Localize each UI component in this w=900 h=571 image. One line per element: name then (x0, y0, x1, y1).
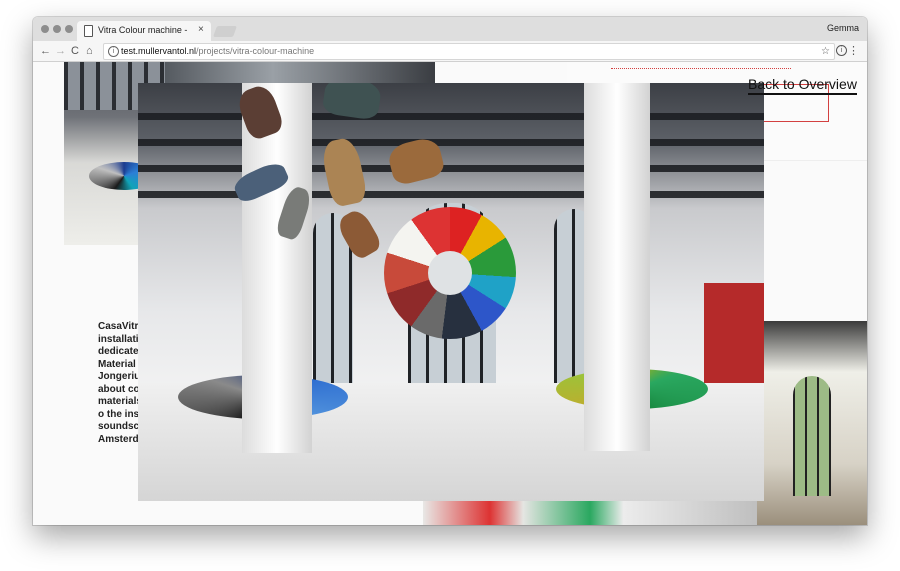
gallery-photo-right[interactable] (757, 321, 867, 525)
gallery-photo-bottom[interactable] (423, 499, 757, 525)
browser-window: Vitra Colour machine - Müller × Gemma ← … (33, 17, 867, 525)
home-icon[interactable]: ⌂ (86, 44, 93, 58)
back-arrow-icon[interactable]: ← (40, 44, 51, 58)
ceiling-beams (138, 113, 764, 203)
pillar-right (584, 83, 650, 451)
profile-name[interactable]: Gemma (827, 23, 859, 33)
red-mural (704, 283, 764, 393)
browser-menu-icon[interactable]: ⋮ (848, 44, 859, 57)
zoom-window-button[interactable] (65, 25, 73, 33)
page-icon (84, 25, 93, 37)
address-bar[interactable]: i test.mullervantol.nl/projects/vitra-co… (103, 43, 835, 60)
page-viewport: CasaVitra installati dedicate Material J… (33, 62, 867, 525)
url-path: /projects/vitra-colour-machine (196, 46, 315, 56)
sketch-line (611, 62, 791, 69)
forward-arrow-icon[interactable]: → (55, 44, 66, 58)
new-tab-button[interactable] (212, 26, 238, 37)
minimize-window-button[interactable] (53, 25, 61, 33)
chair-color-wheel (384, 207, 516, 339)
site-info-icon[interactable]: i (108, 46, 119, 57)
pillar-left (242, 83, 312, 453)
photo-arch-window (793, 376, 831, 496)
url-host: test.mullervantol.nl (121, 46, 197, 56)
title-bar: Vitra Colour machine - Müller × Gemma (33, 17, 867, 41)
extension-icon[interactable]: i (836, 45, 847, 56)
back-to-overview-link[interactable]: Back to Overview (748, 76, 857, 95)
bookmark-star-icon[interactable]: ☆ (821, 44, 830, 59)
reload-icon[interactable]: C (71, 44, 79, 58)
tab-close-icon[interactable]: × (198, 24, 204, 35)
close-window-button[interactable] (41, 25, 49, 33)
url-text: test.mullervantol.nl/projects/vitra-colo… (121, 44, 314, 59)
browser-toolbar: ← → C ⌂ i test.mullervantol.nl/projects/… (33, 41, 867, 62)
browser-tab[interactable]: Vitra Colour machine - Müller × (77, 21, 211, 41)
tab-title: Vitra Colour machine - Müller (98, 25, 190, 35)
gallery-photo-main[interactable] (138, 83, 764, 501)
